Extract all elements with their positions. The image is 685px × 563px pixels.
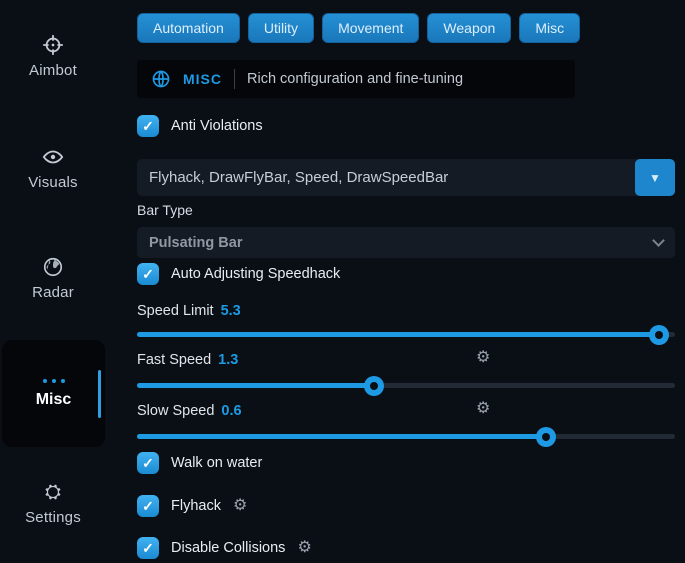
tab-weapon[interactable]: Weapon [427, 13, 511, 43]
speed-limit-slider[interactable] [137, 332, 675, 337]
slow-speed-row: Slow Speed 0.6 ⚙ [137, 400, 675, 422]
auto-adjusting-label: Auto Adjusting Speedhack [171, 266, 340, 282]
bar-type-label: Bar Type [137, 202, 675, 218]
sidebar-item-visuals[interactable]: Visuals [0, 146, 106, 191]
sidebar-item-radar[interactable]: Radar [0, 256, 106, 301]
flyhack-gear-icon[interactable]: ⚙ [233, 498, 247, 514]
anti-violations-checkbox[interactable]: ✓ [137, 115, 159, 137]
slow-speed-value: 0.6 [221, 403, 241, 419]
tab-movement[interactable]: Movement [322, 13, 419, 43]
disable-collisions-checkbox[interactable]: ✓ [137, 537, 159, 559]
main-panel: Automation Utility Movement Weapon Misc … [133, 0, 685, 563]
sidebar-item-label: Settings [25, 509, 81, 526]
globe-icon [42, 256, 64, 278]
disable-collisions-gear-icon[interactable]: ⚙ [297, 540, 311, 556]
tab-utility[interactable]: Utility [248, 13, 314, 43]
speed-limit-value: 5.3 [221, 303, 241, 319]
walk-on-water-row: ✓ Walk on water [137, 452, 675, 474]
speed-limit-label: Speed Limit [137, 303, 214, 319]
section-title: MISC [183, 71, 222, 87]
sidebar-item-label: Aimbot [29, 62, 77, 79]
speed-limit-row: Speed Limit 5.3 [137, 302, 675, 320]
fast-speed-slider[interactable] [137, 383, 675, 388]
sidebar-item-label: Radar [32, 284, 74, 301]
tab-automation[interactable]: Automation [137, 13, 240, 43]
anti-violations-row: ✓ Anti Violations [137, 115, 675, 137]
speed-limit-slider-thumb[interactable] [649, 325, 669, 345]
sidebar-item-label: Misc [36, 391, 72, 409]
selected-accent-bar [98, 370, 101, 418]
slow-speed-label: Slow Speed [137, 403, 214, 419]
sidebar-item-misc[interactable]: Misc [2, 340, 105, 447]
sidebar: Aimbot Visuals Radar Misc ⛭ Settings [0, 0, 133, 563]
ellipsis-icon [43, 379, 65, 383]
eye-icon [42, 146, 64, 168]
fast-speed-gear-icon[interactable]: ⚙ [476, 350, 490, 366]
walk-on-water-checkbox[interactable]: ✓ [137, 452, 159, 474]
chevron-down-icon [652, 234, 665, 247]
flyhack-checkbox[interactable]: ✓ [137, 495, 159, 517]
disable-collisions-label: Disable Collisions [171, 540, 285, 556]
triangle-down-icon: ▼ [649, 171, 661, 185]
category-tabs: Automation Utility Movement Weapon Misc [137, 13, 675, 43]
auto-adjusting-checkbox[interactable]: ✓ [137, 263, 159, 285]
section-subtitle: Rich configuration and fine-tuning [247, 71, 463, 87]
bar-multiselect[interactable]: Flyhack, DrawFlyBar, Speed, DrawSpeedBar… [137, 159, 675, 196]
fast-speed-slider-thumb[interactable] [364, 376, 384, 396]
fast-speed-value: 1.3 [218, 352, 238, 368]
globe-icon [151, 69, 171, 89]
sidebar-item-settings[interactable]: ⛭ Settings [0, 481, 106, 526]
anti-violations-label: Anti Violations [171, 118, 263, 134]
walk-on-water-label: Walk on water [171, 455, 262, 471]
dropdown-open-button[interactable]: ▼ [635, 159, 675, 196]
flyhack-label: Flyhack [171, 498, 221, 514]
fast-speed-label: Fast Speed [137, 352, 211, 368]
slow-speed-slider-thumb[interactable] [536, 427, 556, 447]
auto-adjusting-row: ✓ Auto Adjusting Speedhack [137, 263, 675, 285]
sidebar-item-label: Visuals [28, 174, 77, 191]
disable-collisions-row: ✓ Disable Collisions ⚙ [137, 537, 675, 559]
bar-multiselect-value: Flyhack, DrawFlyBar, Speed, DrawSpeedBar [137, 169, 448, 186]
flyhack-row: ✓ Flyhack ⚙ [137, 495, 675, 517]
slow-speed-slider[interactable] [137, 434, 675, 439]
section-header: MISC Rich configuration and fine-tuning [137, 60, 575, 98]
tab-misc[interactable]: Misc [519, 13, 580, 43]
gear-icon: ⛭ [42, 481, 64, 503]
fast-speed-row: Fast Speed 1.3 ⚙ [137, 349, 675, 371]
slow-speed-gear-icon[interactable]: ⚙ [476, 401, 490, 417]
bar-type-value: Pulsating Bar [149, 235, 242, 251]
divider [234, 69, 235, 89]
crosshair-icon [42, 34, 64, 56]
bar-type-select[interactable]: Pulsating Bar [137, 227, 675, 258]
sidebar-item-aimbot[interactable]: Aimbot [0, 34, 106, 79]
